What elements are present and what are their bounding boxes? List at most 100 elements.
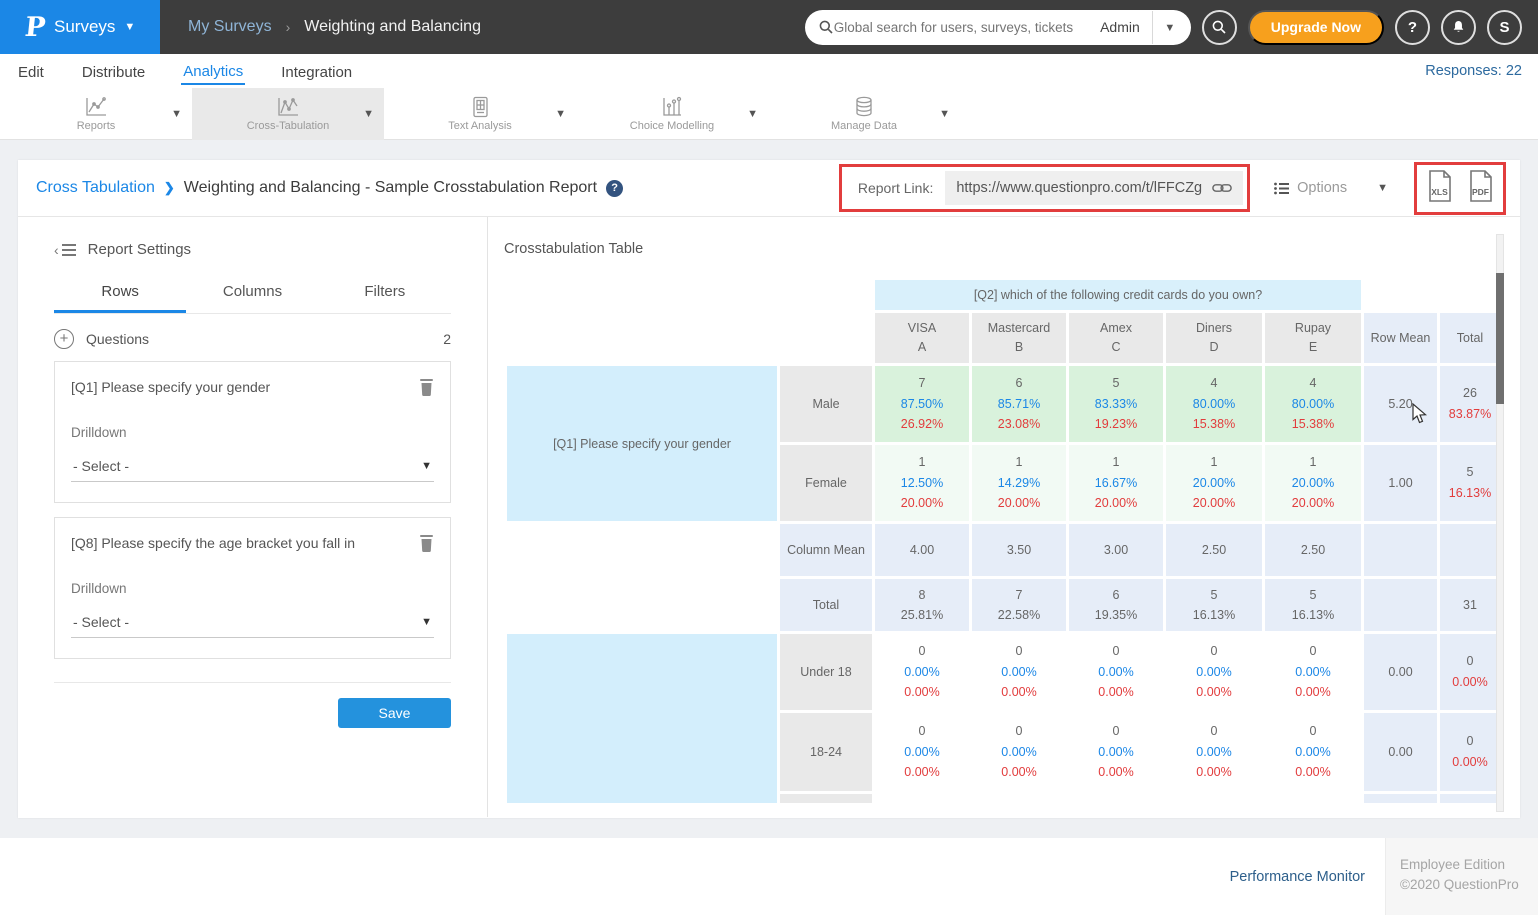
questions-row: + Questions 2 — [54, 314, 451, 361]
row-label: Male — [780, 366, 872, 442]
help-button[interactable]: ? — [1395, 10, 1430, 45]
responses-count[interactable]: Responses: 22 — [1425, 63, 1522, 79]
chevron-down-icon[interactable]: ▼ — [747, 108, 758, 120]
breadcrumb-my-surveys[interactable]: My Surveys — [188, 18, 272, 36]
column-header: RupayE — [1265, 313, 1361, 363]
column-header: DinersD — [1166, 313, 1262, 363]
menu-edit[interactable]: Edit — [16, 58, 46, 84]
chevron-down-icon[interactable]: ▼ — [939, 108, 950, 120]
chevron-down-icon: ▼ — [1377, 182, 1388, 194]
drilldown-select[interactable]: - Select - ▼ — [71, 454, 434, 482]
report-header: Cross Tabulation ❯ Weighting and Balanci… — [18, 160, 1520, 217]
spacer-cell — [507, 579, 777, 631]
drilldown-select[interactable]: - Select - ▼ — [71, 610, 434, 638]
row-group-label: [Q1] Please specify your gender — [507, 366, 777, 521]
scrollbar-thumb[interactable] — [1496, 273, 1504, 404]
options-label: Options — [1297, 180, 1347, 196]
tool-text-analysis[interactable]: Text Analysis ▼ — [384, 88, 576, 140]
page-body: Cross Tabulation ❯ Weighting and Balanci… — [0, 140, 1538, 818]
delete-question-button[interactable] — [419, 379, 434, 401]
chevron-right-icon: › — [286, 19, 291, 35]
summary-cell: 2.50 — [1265, 524, 1361, 576]
survey-menu: Edit Distribute Analytics Integration Re… — [0, 54, 1538, 88]
row-mean-cell — [1364, 579, 1437, 631]
options-dropdown[interactable]: Options ▼ — [1274, 180, 1388, 196]
summary-cell: 516.13% — [1166, 579, 1262, 631]
table-cell: 00.00%0.00% — [1166, 634, 1262, 710]
crosstab-table-wrap: [Q2] which of the following credit cards… — [504, 277, 1506, 803]
tool-reports[interactable]: Reports ▼ — [0, 88, 192, 140]
delete-question-button[interactable] — [419, 535, 434, 557]
tab-columns[interactable]: Columns — [186, 283, 318, 313]
upgrade-now-button[interactable]: Upgrade Now — [1248, 10, 1384, 45]
total-cell: 00.00% — [1440, 713, 1500, 791]
export-xls-button[interactable]: XLS — [1426, 170, 1453, 207]
questionpro-logo-icon: P — [23, 12, 47, 43]
summary-cell: 4.00 — [875, 524, 969, 576]
summary-cell: 619.35% — [1069, 579, 1163, 631]
report-settings-header: ‹ Report Settings — [54, 241, 451, 258]
search-submit-button[interactable] — [1202, 10, 1237, 45]
export-pdf-button[interactable]: PDF — [1467, 170, 1494, 207]
summary-row-label: Total — [780, 579, 872, 631]
add-question-button[interactable]: + — [54, 329, 74, 349]
chevron-down-icon[interactable]: ▼ — [171, 108, 182, 120]
cross-tabulation-link[interactable]: Cross Tabulation — [36, 179, 155, 197]
summary-cell: 825.81% — [875, 579, 969, 631]
notifications-button[interactable] — [1441, 10, 1476, 45]
summary-cell: 3.00 — [1069, 524, 1163, 576]
menu-distribute[interactable]: Distribute — [80, 58, 147, 84]
report-link-label: Report Link: — [846, 180, 945, 196]
tab-rows[interactable]: Rows — [54, 283, 186, 313]
collapse-panel-icon[interactable]: ‹ — [54, 242, 76, 258]
summary-row-label: Column Mean — [780, 524, 872, 576]
tool-manage-data[interactable]: Manage Data ▼ — [768, 88, 960, 140]
spacer-cell — [507, 524, 777, 576]
bell-icon — [1451, 19, 1466, 35]
table-cell — [1069, 794, 1163, 803]
summary-cell: 516.13% — [1265, 579, 1361, 631]
question-card-q8: [Q8] Please specify the age bracket you … — [54, 517, 451, 659]
settings-tabs: Rows Columns Filters — [54, 283, 451, 314]
report-actions: Report Link: https://www.questionpro.com… — [839, 162, 1506, 215]
performance-monitor-link[interactable]: Performance Monitor — [1230, 869, 1365, 885]
row-mean-header: Row Mean — [1364, 313, 1437, 363]
text-document-icon — [468, 96, 492, 118]
row-label: Female — [780, 445, 872, 521]
analytics-toolbar: Reports ▼ Cross-Tabulation ▼ Text Analys… — [0, 88, 1538, 140]
topbar-actions: Admin ▼ Upgrade Now ? S — [805, 10, 1538, 45]
chevron-down-icon[interactable]: ▼ — [555, 108, 566, 120]
table-cell: 00.00%0.00% — [972, 634, 1066, 710]
report-settings-panel: ‹ Report Settings Rows Columns Filters +… — [18, 217, 488, 817]
report-breadcrumb: Cross Tabulation ❯ Weighting and Balanci… — [36, 179, 623, 197]
row-group-label — [507, 634, 777, 803]
tool-choice-modelling[interactable]: Choice Modelling ▼ — [576, 88, 768, 140]
search-scope-dropdown[interactable]: ▼ — [1153, 18, 1187, 36]
search-input[interactable] — [834, 20, 1088, 35]
menu-analytics[interactable]: Analytics — [181, 57, 245, 85]
tab-filters[interactable]: Filters — [319, 283, 451, 313]
user-avatar[interactable]: S — [1487, 10, 1522, 45]
search-scope-label: Admin — [1088, 19, 1152, 35]
summary-cell: 2.50 — [1166, 524, 1262, 576]
help-icon[interactable]: ? — [606, 180, 623, 197]
crosstab-table-title: Crosstabulation Table — [504, 241, 1520, 257]
total-cell — [1440, 524, 1500, 576]
chevron-down-icon[interactable]: ▼ — [363, 108, 374, 120]
table-cell: 114.29%20.00% — [972, 445, 1066, 521]
tool-cross-tabulation[interactable]: Cross-Tabulation ▼ — [192, 88, 384, 140]
row-mean-cell: 0.00 — [1364, 713, 1437, 791]
table-cell: 116.67%20.00% — [1069, 445, 1163, 521]
trash-icon — [419, 379, 434, 396]
line-chart-icon — [84, 96, 108, 118]
divider — [54, 682, 451, 683]
menu-integration[interactable]: Integration — [279, 58, 354, 84]
save-button[interactable]: Save — [338, 698, 451, 728]
app-switcher[interactable]: P Surveys ▼ — [0, 0, 160, 54]
table-cell — [972, 794, 1066, 803]
search-icon — [1211, 19, 1227, 35]
table-cell: 787.50%26.92% — [875, 366, 969, 442]
crosstab-table: [Q2] which of the following credit cards… — [504, 277, 1503, 803]
copyright-label: ©2020 QuestionPro — [1400, 875, 1538, 895]
report-link-url[interactable]: https://www.questionpro.com/t/lFFCZg — [945, 171, 1243, 205]
